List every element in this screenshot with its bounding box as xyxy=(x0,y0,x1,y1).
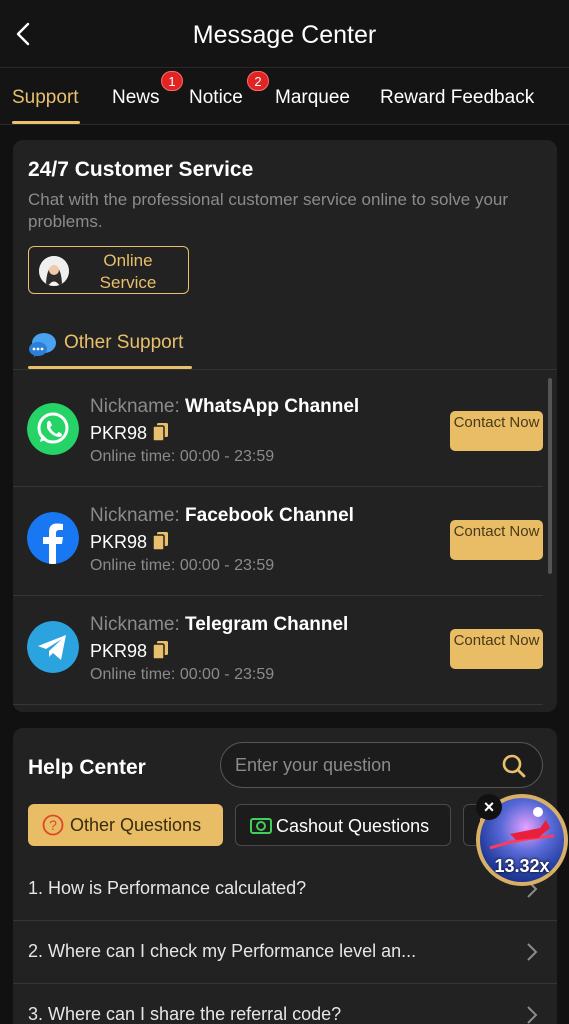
copy-icon[interactable] xyxy=(152,423,169,442)
tab-marquee[interactable]: Marquee xyxy=(275,87,350,109)
faq-item[interactable]: 2. Where can I check my Performance leve… xyxy=(13,921,557,984)
tab-bar: Support News 1 Notice 2 Marquee Reward F… xyxy=(0,69,569,125)
page-title: Message Center xyxy=(192,21,377,49)
chat-bubbles-icon xyxy=(29,333,56,357)
tab-active-indicator xyxy=(12,121,80,124)
question-circle-icon: ? xyxy=(42,814,64,836)
whatsapp-icon xyxy=(27,403,79,455)
contact-now-button[interactable]: Contact Now xyxy=(450,629,543,669)
news-badge: 1 xyxy=(161,71,183,91)
channel-online-time: Online time: 00:00 - 23:59 xyxy=(90,448,275,465)
contact-now-button[interactable]: Contact Now xyxy=(450,520,543,560)
faq-question: 1. How is Performance calculated? xyxy=(28,878,307,898)
help-center-title: Help Center xyxy=(28,756,146,779)
channel-id: PKR98 xyxy=(90,423,169,444)
contact-now-button[interactable]: Contact Now xyxy=(450,411,543,451)
tab-cashout-questions-label: Cashout Questions xyxy=(276,816,430,836)
faq-question: 2. Where can I check my Performance leve… xyxy=(28,941,417,961)
nickname-label: Nickname: xyxy=(90,505,180,526)
channel-row-telegram: Nickname: Telegram Channel PKR98 Online … xyxy=(13,596,543,705)
online-service-label: Online Service xyxy=(99,251,157,292)
telegram-icon xyxy=(27,621,79,673)
agent-avatar xyxy=(39,256,69,286)
tab-support[interactable]: Support xyxy=(12,87,79,109)
channel-nickname: Nickname: WhatsApp Channel xyxy=(90,396,359,418)
nickname-label: Nickname: xyxy=(90,396,180,417)
close-icon[interactable]: × xyxy=(476,794,502,820)
header-bar: Message Center xyxy=(0,0,569,68)
channel-id-value: PKR98 xyxy=(90,423,148,443)
search-box xyxy=(220,742,543,788)
channel-row-whatsapp: Nickname: WhatsApp Channel PKR98 Online … xyxy=(13,378,543,487)
nickname-value: Telegram Channel xyxy=(185,614,349,635)
online-service-button[interactable]: Online Service xyxy=(28,246,189,294)
copy-icon[interactable] xyxy=(152,532,169,551)
tab-other-questions[interactable]: ? Other Questions xyxy=(28,804,223,846)
customer-service-card: 24/7 Customer Service Chat with the prof… xyxy=(13,140,557,712)
channel-id-value: PKR98 xyxy=(90,641,148,661)
channel-nickname: Nickname: Facebook Channel xyxy=(90,505,354,527)
search-icon[interactable] xyxy=(501,753,527,779)
tab-news[interactable]: News xyxy=(112,87,160,109)
channel-online-time: Online time: 00:00 - 23:59 xyxy=(90,666,275,683)
customer-service-description: Chat with the professional customer serv… xyxy=(28,190,509,231)
tab-cashout-questions[interactable]: Cashout Questions xyxy=(235,804,451,846)
channel-id-value: PKR98 xyxy=(90,532,148,552)
channel-online-time: Online time: 00:00 - 23:59 xyxy=(90,557,275,574)
facebook-icon xyxy=(27,512,79,564)
faq-question: 3. Where can I share the referral code? xyxy=(28,1004,342,1024)
nickname-value: WhatsApp Channel xyxy=(185,396,360,417)
copy-icon[interactable] xyxy=(152,641,169,660)
other-support-label: Other Support xyxy=(64,332,184,353)
customer-service-title: 24/7 Customer Service xyxy=(28,158,254,181)
tab-reward-feedback[interactable]: Reward Feedback xyxy=(380,87,534,109)
multiplier-value: 13.32x xyxy=(494,856,550,876)
svg-text:?: ? xyxy=(49,817,57,833)
tab-other-questions-label: Other Questions xyxy=(70,815,202,835)
cash-icon xyxy=(250,818,272,834)
channel-list-scrollbar[interactable] xyxy=(548,378,552,574)
tab-notice[interactable]: Notice xyxy=(189,87,243,109)
notice-badge: 2 xyxy=(247,71,269,91)
channel-id: PKR98 xyxy=(90,532,169,553)
nickname-value: Facebook Channel xyxy=(185,505,354,526)
chevron-right-icon xyxy=(527,1006,538,1024)
chevron-right-icon xyxy=(527,943,538,961)
channel-id: PKR98 xyxy=(90,641,169,662)
divider xyxy=(13,369,557,370)
channel-nickname: Nickname: Telegram Channel xyxy=(90,614,348,636)
floating-game-widget[interactable]: × 13.32x xyxy=(476,794,568,886)
channel-row-facebook: Nickname: Facebook Channel PKR98 Online … xyxy=(13,487,543,596)
nickname-label: Nickname: xyxy=(90,614,180,635)
search-input[interactable] xyxy=(235,755,485,776)
faq-item[interactable]: 3. Where can I share the referral code? xyxy=(13,984,557,1024)
